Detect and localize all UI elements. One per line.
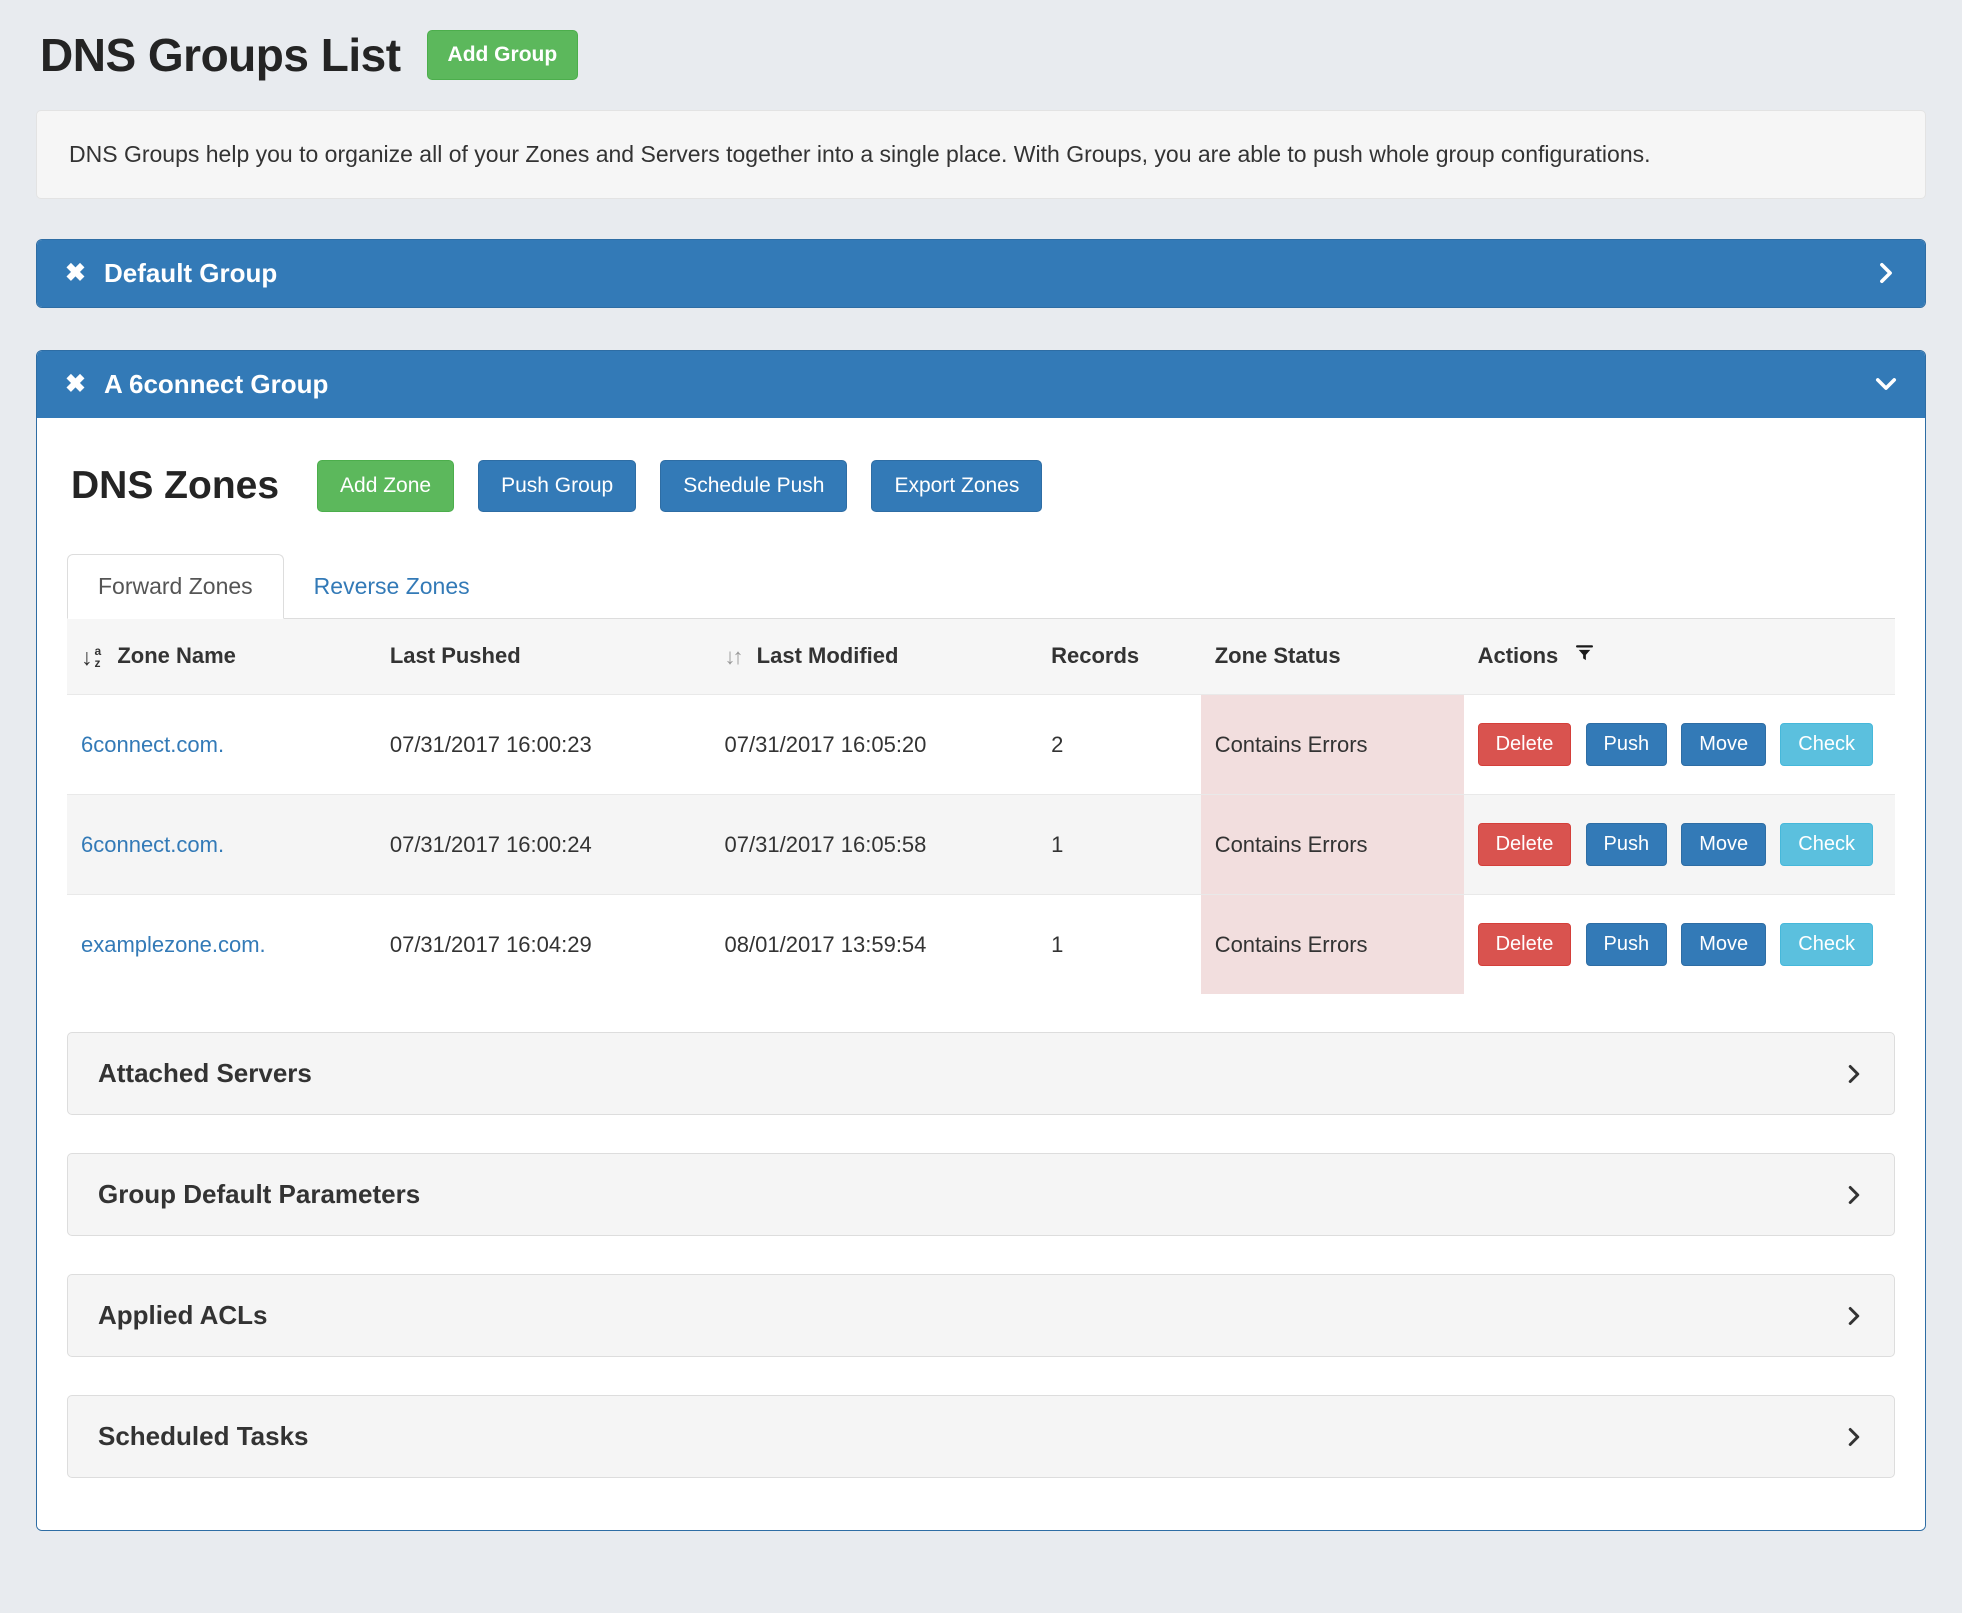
dns-zones-title: DNS Zones bbox=[71, 464, 279, 508]
zone-status-badge: Contains Errors bbox=[1201, 695, 1464, 795]
actions-cell: Delete Push Move Check bbox=[1464, 795, 1895, 895]
default-group-header[interactable]: ✖ Default Group bbox=[37, 240, 1925, 307]
table-header-row: ↓ a z Zone Name Last Pushed bbox=[67, 619, 1895, 695]
6connect-group-title: A 6connect Group bbox=[104, 369, 328, 400]
chevron-right-icon bbox=[1844, 1425, 1864, 1449]
last-modified-cell: 08/01/2017 13:59:54 bbox=[711, 895, 1038, 995]
move-button[interactable]: Move bbox=[1681, 723, 1766, 766]
last-pushed-cell: 07/31/2017 16:00:23 bbox=[376, 695, 711, 795]
last-modified-cell: 07/31/2017 16:05:20 bbox=[711, 695, 1038, 795]
check-button[interactable]: Check bbox=[1780, 723, 1873, 766]
remove-group-icon[interactable]: ✖ bbox=[65, 261, 86, 286]
col-actions: Actions bbox=[1464, 619, 1895, 695]
push-button[interactable]: Push bbox=[1586, 823, 1668, 866]
sort-icon[interactable]: ↓↑ bbox=[725, 644, 741, 669]
last-pushed-cell: 07/31/2017 16:04:29 bbox=[376, 895, 711, 995]
section-attached-servers-label: Attached Servers bbox=[98, 1058, 312, 1089]
col-zone-status[interactable]: Zone Status bbox=[1201, 619, 1464, 695]
section-scheduled-tasks[interactable]: Scheduled Tasks bbox=[67, 1395, 1895, 1478]
move-button[interactable]: Move bbox=[1681, 923, 1766, 966]
chevron-right-icon bbox=[1844, 1062, 1864, 1086]
page-header: DNS Groups List Add Group bbox=[40, 28, 1926, 82]
page-title: DNS Groups List bbox=[40, 28, 401, 82]
push-button[interactable]: Push bbox=[1586, 723, 1668, 766]
col-last-modified[interactable]: ↓↑ Last Modified bbox=[711, 619, 1038, 695]
export-zones-button[interactable]: Export Zones bbox=[871, 460, 1042, 512]
page: DNS Groups List Add Group DNS Groups hel… bbox=[0, 0, 1962, 1613]
col-records[interactable]: Records bbox=[1037, 619, 1201, 695]
chevron-down-icon[interactable] bbox=[1875, 371, 1897, 397]
zones-tabs: Forward Zones Reverse Zones bbox=[67, 554, 1895, 619]
move-button[interactable]: Move bbox=[1681, 823, 1766, 866]
col-zone-name[interactable]: ↓ a z Zone Name bbox=[67, 619, 376, 695]
add-zone-button[interactable]: Add Zone bbox=[317, 460, 454, 512]
zone-name-link[interactable]: examplezone.com. bbox=[67, 895, 376, 995]
section-group-default-parameters[interactable]: Group Default Parameters bbox=[67, 1153, 1895, 1236]
6connect-group-body: DNS Zones Add Zone Push Group Schedule P… bbox=[37, 418, 1925, 1531]
zone-status-badge: Contains Errors bbox=[1201, 795, 1464, 895]
col-last-pushed[interactable]: Last Pushed bbox=[376, 619, 711, 695]
zone-status-badge: Contains Errors bbox=[1201, 895, 1464, 995]
zone-name-link[interactable]: 6connect.com. bbox=[67, 695, 376, 795]
col-actions-label: Actions bbox=[1478, 643, 1559, 668]
dns-zones-toolbar: DNS Zones Add Zone Push Group Schedule P… bbox=[71, 460, 1895, 512]
table-row: examplezone.com. 07/31/2017 16:04:29 08/… bbox=[67, 895, 1895, 995]
filter-icon[interactable] bbox=[1574, 643, 1595, 670]
table-row: 6connect.com. 07/31/2017 16:00:24 07/31/… bbox=[67, 795, 1895, 895]
section-applied-acls[interactable]: Applied ACLs bbox=[67, 1274, 1895, 1357]
panel-6connect-group: ✖ A 6connect Group DNS Zones Add Zone Pu… bbox=[36, 350, 1926, 1532]
actions-cell: Delete Push Move Check bbox=[1464, 895, 1895, 995]
zones-table: ↓ a z Zone Name Last Pushed bbox=[67, 619, 1895, 995]
section-group-default-parameters-label: Group Default Parameters bbox=[98, 1179, 420, 1210]
records-cell: 1 bbox=[1037, 895, 1201, 995]
check-button[interactable]: Check bbox=[1780, 923, 1873, 966]
chevron-right-icon bbox=[1844, 1304, 1864, 1328]
sort-alpha-icon[interactable]: ↓ a z bbox=[81, 645, 101, 670]
push-group-button[interactable]: Push Group bbox=[478, 460, 636, 512]
records-cell: 1 bbox=[1037, 795, 1201, 895]
add-group-button[interactable]: Add Group bbox=[427, 30, 579, 80]
remove-group-icon[interactable]: ✖ bbox=[65, 372, 86, 397]
section-attached-servers[interactable]: Attached Servers bbox=[67, 1032, 1895, 1115]
default-group-title: Default Group bbox=[104, 258, 277, 289]
chevron-right-icon bbox=[1844, 1183, 1864, 1207]
actions-cell: Delete Push Move Check bbox=[1464, 695, 1895, 795]
section-scheduled-tasks-label: Scheduled Tasks bbox=[98, 1421, 309, 1452]
table-row: 6connect.com. 07/31/2017 16:00:23 07/31/… bbox=[67, 695, 1895, 795]
description-text: DNS Groups help you to organize all of y… bbox=[69, 141, 1651, 167]
schedule-push-button[interactable]: Schedule Push bbox=[660, 460, 847, 512]
col-zone-status-label: Zone Status bbox=[1215, 643, 1341, 668]
section-applied-acls-label: Applied ACLs bbox=[98, 1300, 267, 1331]
records-cell: 2 bbox=[1037, 695, 1201, 795]
push-button[interactable]: Push bbox=[1586, 923, 1668, 966]
col-zone-name-label: Zone Name bbox=[117, 643, 236, 668]
col-last-pushed-label: Last Pushed bbox=[390, 643, 521, 668]
6connect-group-header[interactable]: ✖ A 6connect Group bbox=[37, 351, 1925, 418]
check-button[interactable]: Check bbox=[1780, 823, 1873, 866]
delete-button[interactable]: Delete bbox=[1478, 923, 1572, 966]
col-last-modified-label: Last Modified bbox=[757, 643, 899, 668]
description-well: DNS Groups help you to organize all of y… bbox=[36, 110, 1926, 199]
zone-name-link[interactable]: 6connect.com. bbox=[67, 795, 376, 895]
delete-button[interactable]: Delete bbox=[1478, 823, 1572, 866]
last-pushed-cell: 07/31/2017 16:00:24 bbox=[376, 795, 711, 895]
panel-default-group: ✖ Default Group bbox=[36, 239, 1926, 308]
tab-reverse-zones[interactable]: Reverse Zones bbox=[284, 555, 500, 618]
last-modified-cell: 07/31/2017 16:05:58 bbox=[711, 795, 1038, 895]
chevron-right-icon[interactable] bbox=[1875, 260, 1897, 286]
tab-forward-zones[interactable]: Forward Zones bbox=[67, 554, 284, 619]
delete-button[interactable]: Delete bbox=[1478, 723, 1572, 766]
col-records-label: Records bbox=[1051, 643, 1139, 668]
